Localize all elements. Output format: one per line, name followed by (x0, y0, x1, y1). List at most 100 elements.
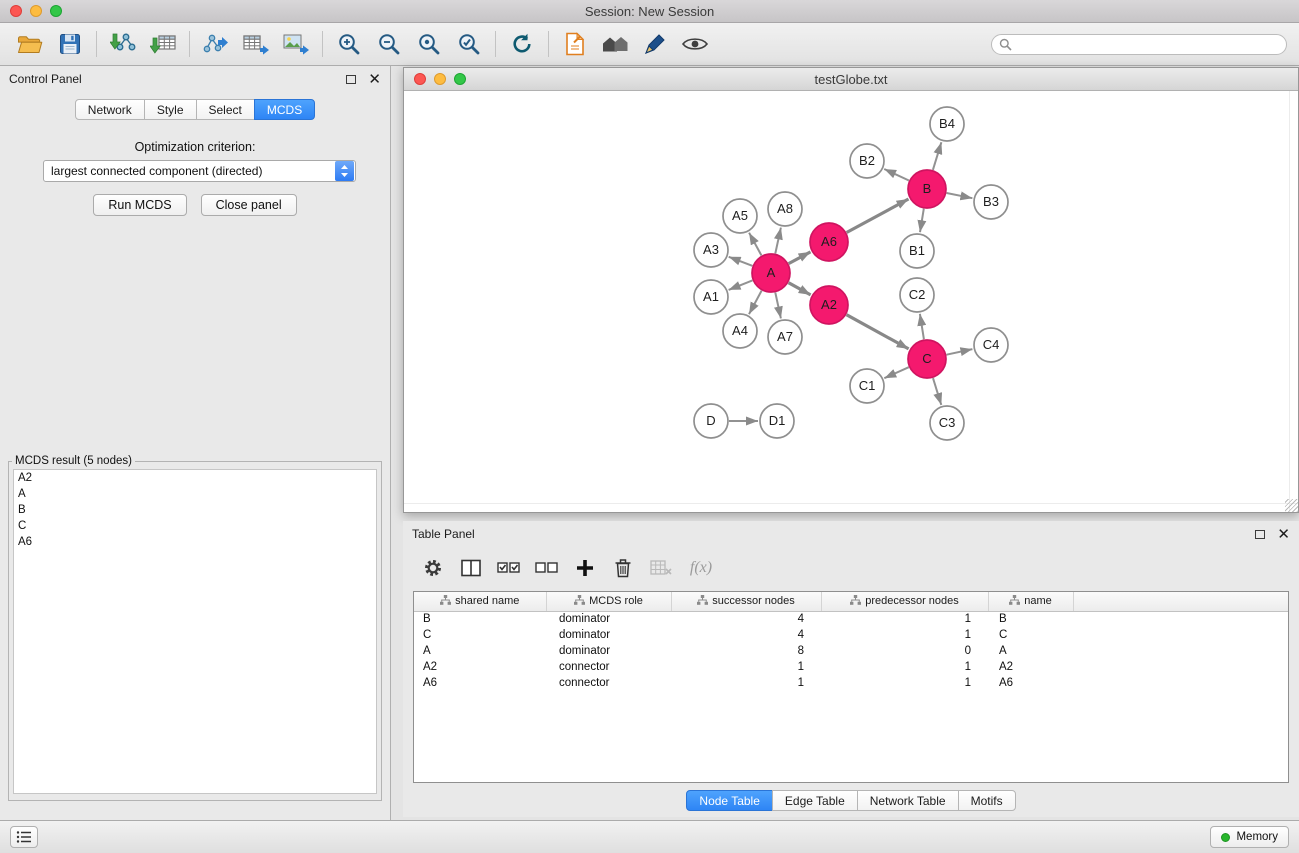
node-A8[interactable]: A8 (768, 192, 802, 226)
node-D1[interactable]: D1 (760, 404, 794, 438)
table-cell[interactable]: 1 (821, 611, 988, 627)
style-tool-button[interactable] (635, 27, 675, 61)
node-A4[interactable]: A4 (723, 314, 757, 348)
edge-A-A8[interactable] (775, 228, 781, 254)
table-cell[interactable]: 4 (671, 627, 821, 643)
unselect-all-columns-button[interactable] (531, 553, 563, 583)
table-cell[interactable]: 1 (821, 675, 988, 691)
node-B[interactable]: B (908, 170, 946, 208)
table-cell[interactable]: A2 (988, 659, 1073, 675)
edge-B-B2[interactable] (884, 169, 909, 181)
table-cell[interactable]: A6 (414, 675, 546, 691)
create-column-button[interactable] (569, 553, 601, 583)
tab-network[interactable]: Network (75, 99, 145, 120)
table-cell[interactable]: dominator (546, 611, 671, 627)
result-item[interactable]: A6 (14, 534, 376, 550)
network-horizontal-scroll-area[interactable] (404, 503, 1298, 512)
zoom-selected-button[interactable] (449, 27, 489, 61)
zoom-fit-button[interactable] (409, 27, 449, 61)
result-item[interactable]: A2 (14, 470, 376, 486)
zoom-window-button[interactable] (50, 5, 62, 17)
table-row[interactable]: Cdominator41C (414, 627, 1288, 643)
minimize-window-button[interactable] (30, 5, 42, 17)
float-panel-button[interactable] (346, 75, 356, 84)
table-cell[interactable]: 0 (821, 643, 988, 659)
table-cell[interactable]: A (414, 643, 546, 659)
edge-A2-C[interactable] (847, 315, 909, 349)
resize-grip[interactable] (1285, 499, 1298, 512)
import-table-button[interactable] (143, 27, 183, 61)
close-table-panel-button[interactable]: ✕ (1277, 527, 1290, 542)
table-cell[interactable]: 1 (821, 659, 988, 675)
node-A5[interactable]: A5 (723, 199, 757, 233)
network-zoom-button[interactable] (454, 73, 466, 85)
task-history-button[interactable] (10, 826, 38, 848)
table-cell[interactable]: connector (546, 675, 671, 691)
edge-A-A2[interactable] (789, 283, 811, 295)
network-minimize-button[interactable] (434, 73, 446, 85)
node-C1[interactable]: C1 (850, 369, 884, 403)
table-cell[interactable]: A2 (414, 659, 546, 675)
edge-C-C4[interactable] (947, 349, 973, 355)
export-image-button[interactable] (276, 27, 316, 61)
result-item[interactable]: B (14, 502, 376, 518)
close-panel-button-mcds[interactable]: Close panel (201, 194, 297, 216)
table-row[interactable]: A6connector11A6 (414, 675, 1288, 691)
save-session-button[interactable] (50, 27, 90, 61)
node-B4[interactable]: B4 (930, 107, 964, 141)
result-item[interactable]: C (14, 518, 376, 534)
network-view[interactable]: AA6A2BCA5A8A3A1A4A7B2B4B3B1C2C4C1C3DD1 (404, 91, 1298, 512)
table-cell[interactable]: B (414, 611, 546, 627)
zoom-out-button[interactable] (369, 27, 409, 61)
select-all-columns-button[interactable] (493, 553, 525, 583)
node-A6[interactable]: A6 (810, 223, 848, 261)
node-A[interactable]: A (752, 254, 790, 292)
node-C2[interactable]: C2 (900, 278, 934, 312)
tab-style[interactable]: Style (144, 99, 197, 120)
float-table-panel-button[interactable] (1255, 530, 1265, 539)
network-vertical-scroll-area[interactable] (1289, 91, 1298, 512)
table-tab-network-table[interactable]: Network Table (857, 790, 959, 811)
result-item[interactable]: A (14, 486, 376, 502)
close-window-button[interactable] (10, 5, 22, 17)
edge-B-B4[interactable] (933, 142, 942, 170)
table-cell[interactable]: dominator (546, 627, 671, 643)
tab-select[interactable]: Select (196, 99, 255, 120)
edge-A-A7[interactable] (775, 293, 781, 319)
show-columns-button[interactable] (455, 553, 487, 583)
node-A2[interactable]: A2 (810, 286, 848, 324)
node-B2[interactable]: B2 (850, 144, 884, 178)
node-D[interactable]: D (694, 404, 728, 438)
edge-C-C2[interactable] (920, 314, 924, 339)
tab-mcds[interactable]: MCDS (254, 99, 315, 120)
table-cell[interactable]: C (988, 627, 1073, 643)
table-cell[interactable]: 8 (671, 643, 821, 659)
edge-A-A3[interactable] (729, 257, 753, 266)
table-cell[interactable]: 1 (671, 675, 821, 691)
table-cell[interactable]: dominator (546, 643, 671, 659)
network-graph[interactable]: AA6A2BCA5A8A3A1A4A7B2B4B3B1C2C4C1C3DD1 (404, 91, 1298, 512)
node-A1[interactable]: A1 (694, 280, 728, 314)
column-header-successor-nodes[interactable]: successor nodes (671, 592, 821, 611)
run-mcds-button[interactable]: Run MCDS (93, 194, 186, 216)
edge-A-A5[interactable] (749, 233, 761, 256)
table-settings-button[interactable] (417, 553, 449, 583)
table-cell[interactable]: C (414, 627, 546, 643)
table-row[interactable]: A2connector11A2 (414, 659, 1288, 675)
table-cell[interactable]: A6 (988, 675, 1073, 691)
node-C3[interactable]: C3 (930, 406, 964, 440)
update-view-button[interactable] (502, 27, 542, 61)
edge-C-C1[interactable] (884, 367, 909, 378)
edge-B-B1[interactable] (920, 209, 924, 233)
column-header-shared-name[interactable]: shared name (414, 592, 546, 611)
delete-table-button[interactable] (645, 553, 677, 583)
node-B3[interactable]: B3 (974, 185, 1008, 219)
node-C[interactable]: C (908, 340, 946, 378)
home-button[interactable] (595, 27, 635, 61)
open-session-button[interactable] (10, 27, 50, 61)
memory-button[interactable]: Memory (1210, 826, 1289, 848)
table-cell[interactable]: 1 (671, 659, 821, 675)
edge-A-A4[interactable] (749, 291, 762, 315)
export-network-button[interactable] (196, 27, 236, 61)
table-cell[interactable]: 1 (821, 627, 988, 643)
